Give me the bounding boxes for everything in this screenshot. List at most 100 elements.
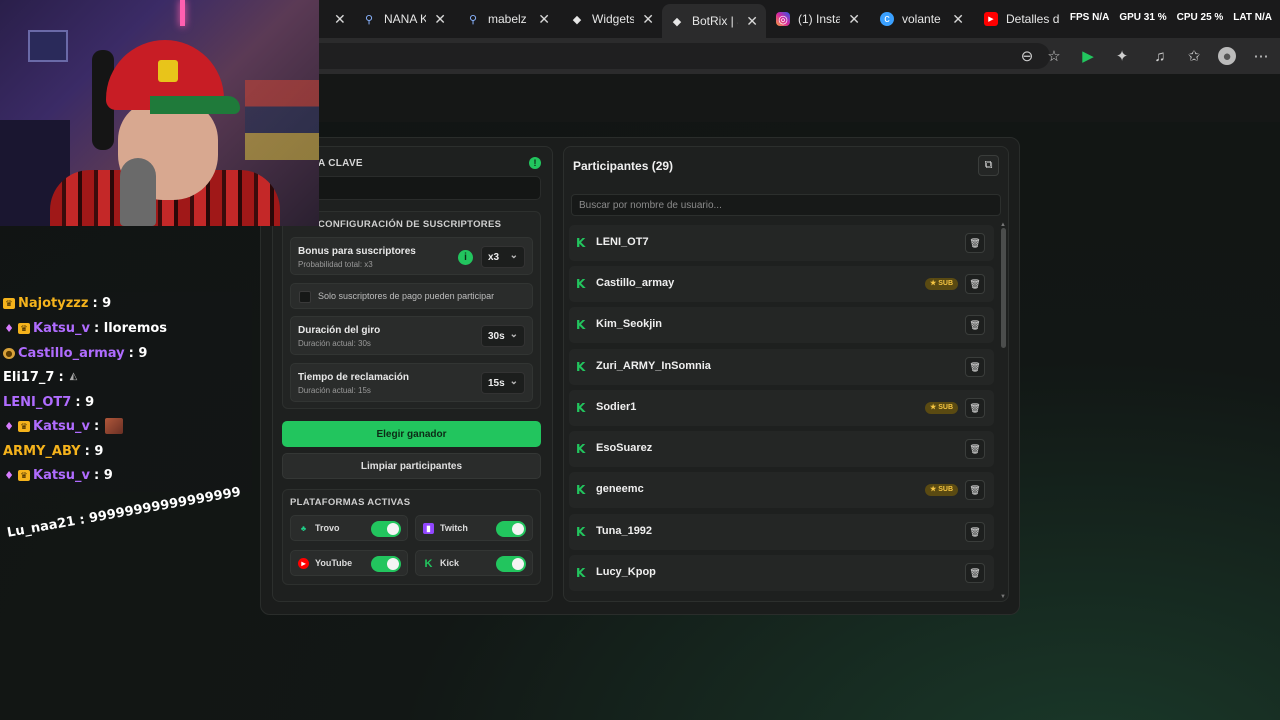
- media-icon[interactable]: ♫: [1151, 47, 1169, 65]
- participant-name: Castillo_armay: [596, 277, 675, 289]
- chat-username: Katsu_v: [33, 320, 91, 336]
- close-icon[interactable]: ✕: [952, 11, 964, 28]
- chat-text: :: [58, 369, 64, 385]
- favorites-icon[interactable]: ✩: [1185, 47, 1203, 65]
- star-icon[interactable]: ☆: [1045, 47, 1063, 65]
- crown-badge-icon: ♛: [18, 469, 30, 481]
- trash-icon[interactable]: 🗑: [965, 233, 985, 253]
- tab-5[interactable]: ◎ (1) Instagr ✕: [768, 4, 868, 34]
- participant-name: Tuna_1992: [596, 525, 653, 537]
- extensions-icon[interactable]: ✦: [1113, 47, 1131, 65]
- participant-row: K LENI_OT7 🗑: [569, 225, 994, 261]
- botrix-icon: ◆: [672, 15, 682, 28]
- participant-row: K EsoSuarez 🗑: [569, 431, 994, 467]
- spin-duration-subtitle: Duración actual: 30s: [298, 339, 371, 348]
- twitch-toggle[interactable]: [496, 521, 526, 537]
- tab-3[interactable]: ◆ Widgets | ✕: [562, 4, 662, 34]
- trash-icon[interactable]: 🗑: [965, 315, 985, 335]
- tab-7[interactable]: ▶ Detalles d: [976, 4, 1076, 34]
- webcam-cap-logo: [158, 60, 178, 82]
- close-icon[interactable]: ✕: [434, 11, 446, 28]
- chat-text: : 9: [75, 394, 95, 410]
- subscriber-config-title: CONFIGURACIÓN DE SUSCRIPTORES: [318, 219, 502, 230]
- info-icon[interactable]: i: [458, 250, 473, 265]
- kick-icon: K: [576, 318, 586, 332]
- url-field[interactable]: [250, 43, 1050, 69]
- spin-duration-row: Duración del giro Duración actual: 30s 3…: [290, 316, 533, 355]
- tab-0[interactable]: ✕: [318, 4, 354, 34]
- chat-overlay: ♛ Najotyzzz : 9 ♦ ♛ Katsu_v : lloremos ●…: [0, 226, 260, 556]
- participant-name: geneemc: [596, 483, 644, 495]
- tab-label: Detalles d: [1006, 12, 1060, 26]
- youtube-icon: ▸: [298, 558, 309, 569]
- close-icon[interactable]: ✕: [642, 11, 654, 28]
- tab-6[interactable]: c volante p ✕: [872, 4, 972, 34]
- fps-readout: FPS N/A: [1069, 12, 1110, 23]
- trash-icon[interactable]: 🗑: [965, 480, 985, 500]
- chat-text: : 9: [84, 443, 104, 459]
- pick-winner-button[interactable]: Elegir ganador: [282, 421, 541, 447]
- trash-icon[interactable]: 🗑: [965, 398, 985, 418]
- trash-icon[interactable]: 🗑: [965, 522, 985, 542]
- tab-1[interactable]: ⚲ NANA KO ✕: [354, 4, 454, 34]
- participant-search-input[interactable]: Buscar por nombre de usuario...: [571, 194, 1001, 216]
- webcam-overlay: [0, 0, 319, 226]
- trash-icon[interactable]: 🗑: [965, 357, 985, 377]
- platforms-title: PLATAFORMAS ACTIVAS: [290, 497, 411, 508]
- youtube-toggle[interactable]: [371, 556, 401, 572]
- claim-time-value: 15s: [488, 377, 505, 389]
- chat-username: LENI_OT7: [3, 394, 72, 410]
- crown-badge-icon: ♛: [3, 297, 15, 309]
- close-icon[interactable]: ✕: [848, 11, 860, 28]
- webcam-flag: [245, 80, 319, 160]
- perf-overlay: FPS N/A GPU 31 % CPU 25 % LAT N/A: [1069, 12, 1272, 23]
- chat-message-rotated: Lu_naa21 : 99999999999999999: [6, 485, 242, 541]
- claim-time-title: Tiempo de reclamación: [298, 372, 409, 383]
- chat-username: Lu_naa21 :: [6, 512, 87, 541]
- trash-icon[interactable]: 🗑: [965, 439, 985, 459]
- keyword-input[interactable]: [282, 176, 541, 200]
- trash-icon[interactable]: 🗑: [965, 274, 985, 294]
- chevron-down-icon: ⌄: [509, 250, 518, 261]
- copy-icon[interactable]: ⧉: [978, 155, 999, 176]
- chat-text: :: [94, 418, 100, 434]
- chat-message: ARMY_ABY : 9: [3, 440, 103, 462]
- kick-icon: K: [576, 483, 586, 497]
- twitch-icon: ▮: [423, 523, 434, 534]
- chat-username: ARMY_ABY: [3, 443, 81, 459]
- more-menu-icon[interactable]: ⋯: [1252, 47, 1270, 65]
- play-extension-icon[interactable]: ▶: [1079, 47, 1097, 65]
- participants-title: Participantes (29): [573, 159, 674, 173]
- spin-duration-select[interactable]: 30s ⌄: [481, 325, 525, 347]
- participant-scrollbar[interactable]: [1001, 228, 1006, 348]
- tab-4-active[interactable]: ◆ BotRix | Se ✕: [662, 4, 766, 38]
- claim-time-row: Tiempo de reclamación Duración actual: 1…: [290, 363, 533, 402]
- paid-only-checkbox[interactable]: [299, 291, 311, 303]
- kick-toggle[interactable]: [496, 556, 526, 572]
- webcam-picture-frame: [28, 30, 68, 62]
- trovo-toggle[interactable]: [371, 521, 401, 537]
- chat-username: Castillo_armay: [18, 345, 125, 361]
- claim-time-select[interactable]: 15s ⌄: [481, 372, 525, 394]
- profile-avatar-icon[interactable]: ●: [1218, 47, 1236, 65]
- paid-only-row[interactable]: Solo suscriptores de pago pueden partici…: [290, 283, 533, 309]
- scroll-down-icon[interactable]: ▼: [1000, 594, 1006, 600]
- close-icon[interactable]: ✕: [334, 11, 346, 28]
- trash-icon[interactable]: 🗑: [965, 563, 985, 583]
- tab-label: mabelz p: [488, 12, 530, 26]
- platform-label: Trovo: [315, 523, 340, 533]
- kick-icon: K: [576, 360, 586, 374]
- lat-readout: LAT N/A: [1233, 12, 1272, 23]
- zoom-icon[interactable]: ⊖: [1018, 47, 1036, 65]
- tab-2[interactable]: ⚲ mabelz p ✕: [458, 4, 558, 34]
- close-icon[interactable]: ✕: [538, 11, 550, 28]
- clear-participants-button[interactable]: Limpiar participantes: [282, 453, 541, 479]
- emote-image-icon: [105, 418, 124, 434]
- tab-label: NANA KO: [384, 12, 427, 26]
- kick-icon: K: [576, 277, 586, 291]
- bonus-select[interactable]: x3 ⌄: [481, 246, 525, 268]
- participant-name: EsoSuarez: [596, 442, 653, 454]
- platform-trovo: ♣ Trovo: [290, 515, 408, 541]
- close-icon[interactable]: ✕: [746, 13, 758, 30]
- chat-username: Katsu_v: [33, 467, 91, 483]
